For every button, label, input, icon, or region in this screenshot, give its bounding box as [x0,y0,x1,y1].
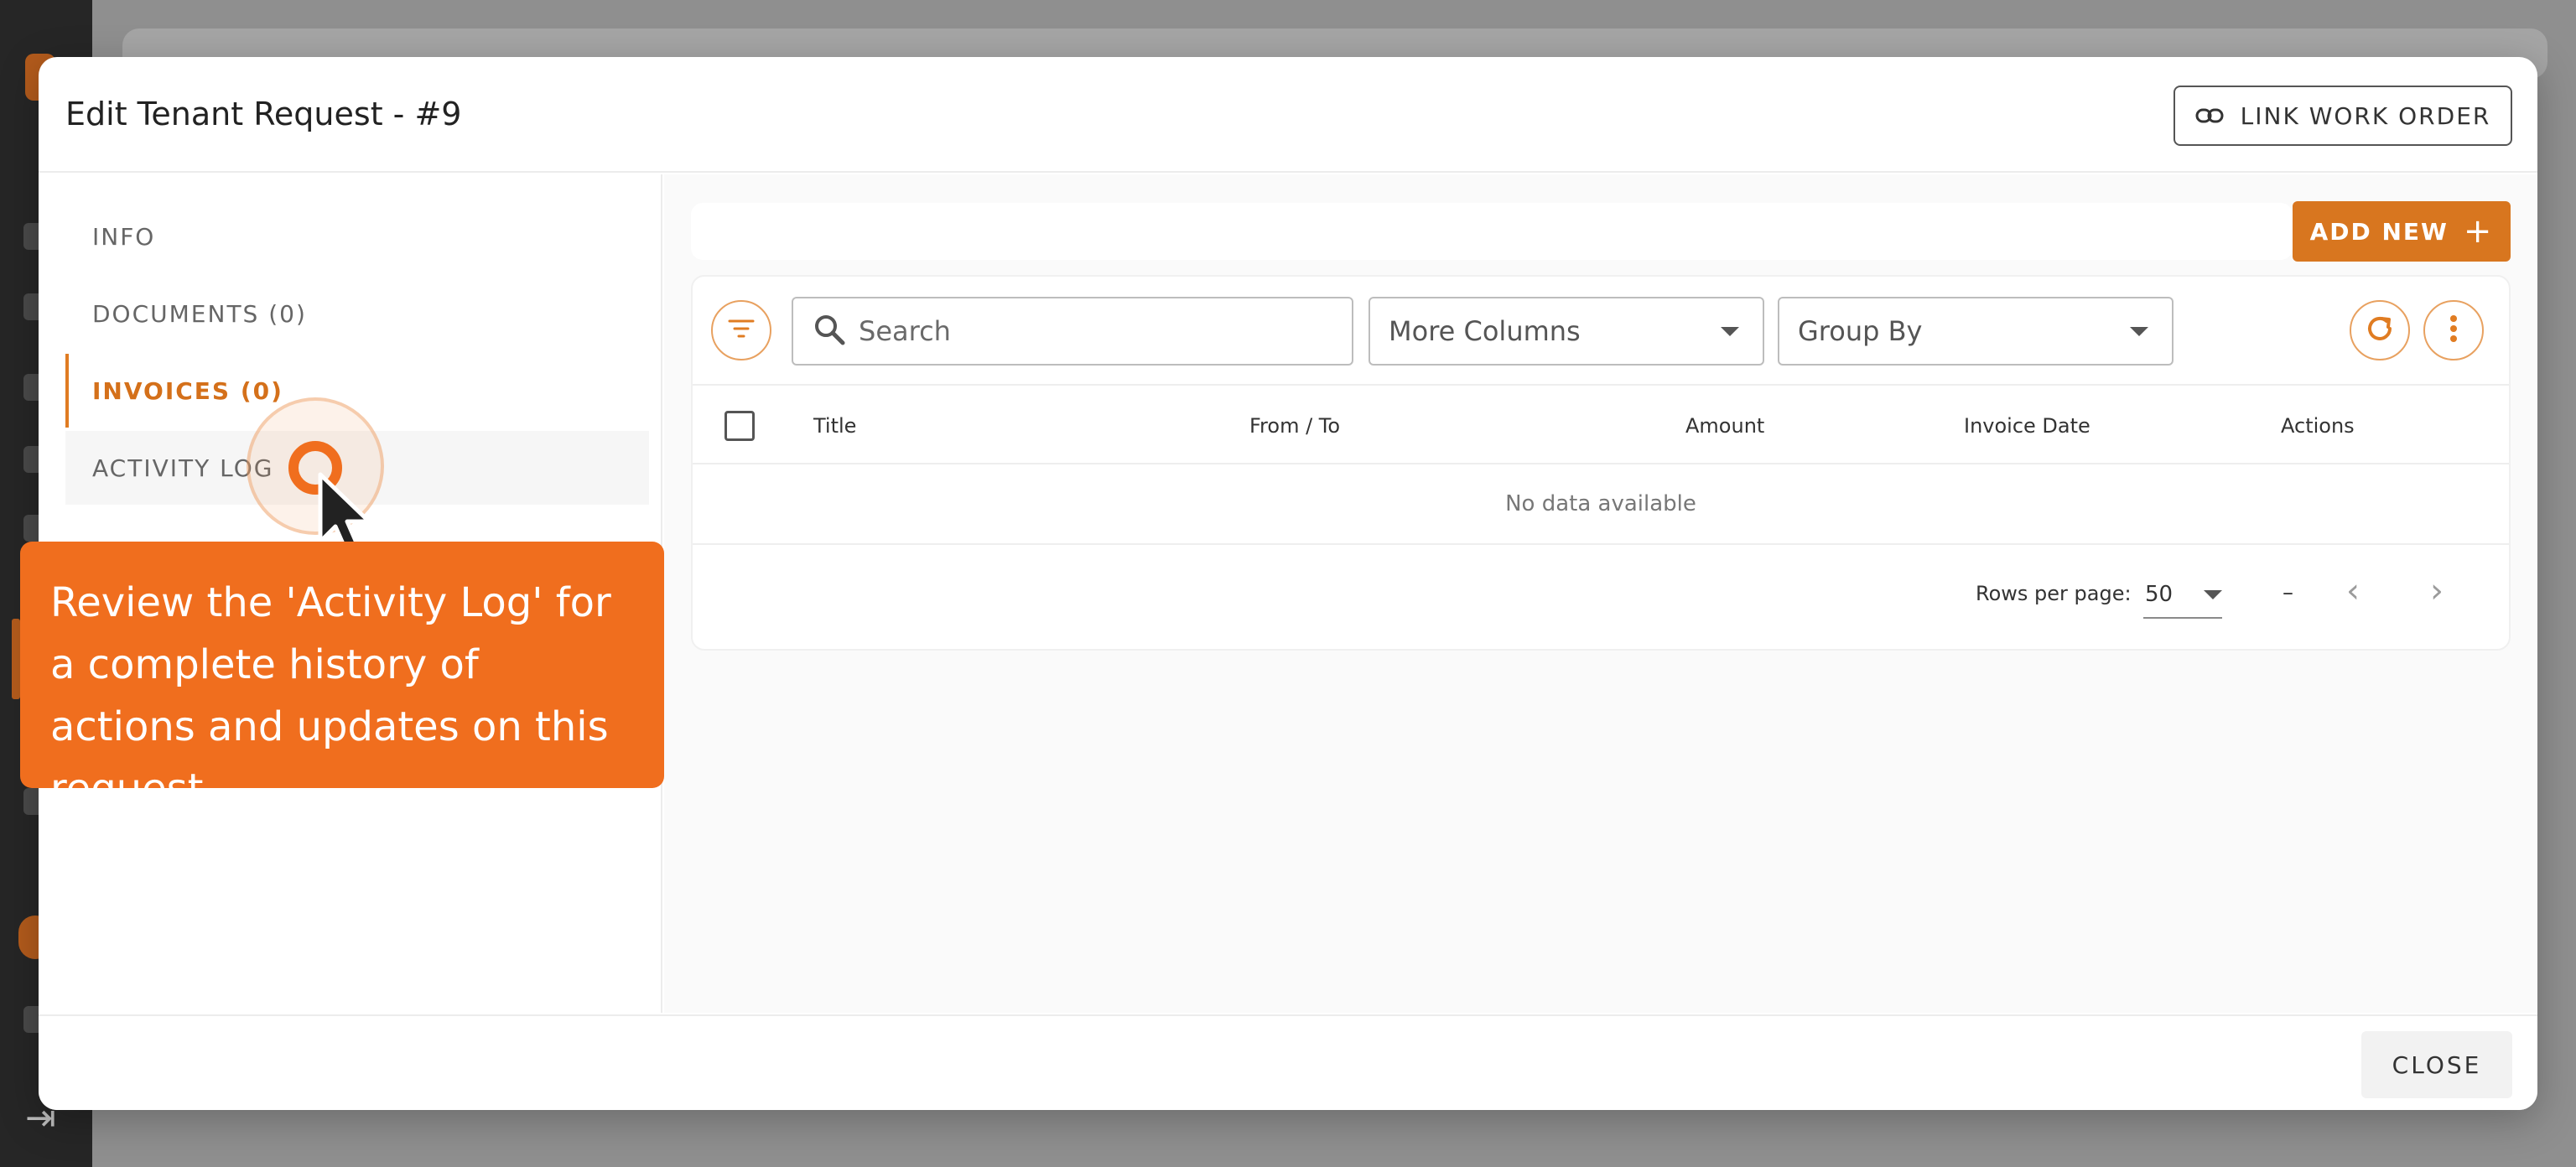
more-vertical-icon [2449,314,2458,346]
rows-per-page-label: Rows per page: [1976,582,2132,605]
more-options-button[interactable] [2423,300,2484,360]
tour-tooltip: Review the 'Activity Log' for a complete… [20,542,664,812]
search-icon [813,314,845,349]
nav-active-indicator [12,619,20,699]
add-new-label: ADD NEW [2309,217,2449,246]
plus-icon: + [2463,212,2494,251]
previous-page-button[interactable]: ‹ [2346,572,2360,610]
table-header: Title From / To Amount Invoice Date Acti… [693,384,2509,464]
toolbar-strip [691,203,2293,260]
group-by-select[interactable]: Group By [1778,297,2174,366]
refresh-icon [2363,312,2397,349]
rows-per-page-value: 50 [2145,582,2174,607]
group-by-label: Group By [1798,315,1923,347]
column-header-amount[interactable]: Amount [1685,414,1764,438]
search-input[interactable] [859,315,1328,347]
more-columns-select[interactable]: More Columns [1368,297,1764,366]
link-work-order-label: LINK WORK ORDER [2240,101,2491,130]
column-header-from-to[interactable]: From / To [1249,414,1340,438]
chevron-left-icon: ‹ [2346,572,2360,610]
add-new-button[interactable]: ADD NEW + [2293,201,2511,262]
column-header-invoice-date[interactable]: Invoice Date [1964,414,2090,438]
more-columns-label: More Columns [1389,315,1581,347]
modal-header: Edit Tenant Request - #9 LINK WORK ORDER [39,57,2537,173]
modal-footer: CLOSE [39,1014,2537,1110]
search-field[interactable] [792,297,1353,366]
rows-per-page-select[interactable]: 50 [2143,572,2222,619]
tab-info[interactable]: INFO [65,200,649,273]
invoices-table-card: More Columns Group By [691,275,2511,651]
tab-label: INFO [92,222,156,251]
close-button[interactable]: CLOSE [2361,1031,2512,1098]
link-icon [2195,102,2224,130]
refresh-button[interactable] [2350,300,2410,360]
empty-state: No data available [693,464,2509,545]
filter-icon [727,318,756,343]
page-range: – [2283,580,2293,605]
filter-button[interactable] [711,300,771,360]
chevron-down-icon [2130,326,2148,336]
select-all-checkbox[interactable] [724,411,755,441]
chevron-down-icon [2204,589,2222,599]
pagination: Rows per page: 50 – ‹ › [693,547,2509,647]
column-header-actions: Actions [2281,414,2355,438]
chevron-down-icon [1721,326,1739,336]
column-header-title[interactable]: Title [813,414,856,438]
tab-documents[interactable]: DOCUMENTS (0) [65,277,649,350]
link-work-order-button[interactable]: LINK WORK ORDER [2174,86,2512,146]
modal-title: Edit Tenant Request - #9 [65,96,462,132]
next-page-button[interactable]: › [2430,572,2444,610]
invoices-panel: ADD NEW + Search More Columns Group By T… [664,174,2537,1013]
chevron-right-icon: › [2430,572,2444,610]
tab-label: DOCUMENTS (0) [92,299,307,328]
tab-label: INVOICES (0) [92,376,283,405]
